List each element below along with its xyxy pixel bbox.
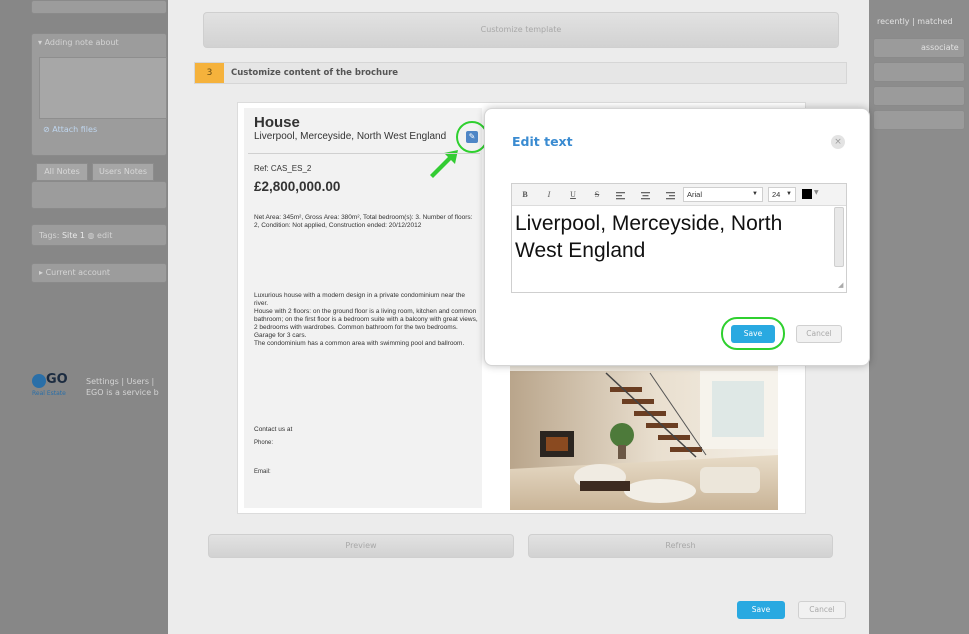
preview-button[interactable]: Preview (208, 534, 514, 558)
text-color-swatch[interactable] (802, 189, 812, 199)
close-icon[interactable]: × (831, 135, 845, 149)
adding-note-label: ▾ Adding note about (38, 38, 119, 47)
tab-users-notes[interactable]: Users Notes (92, 163, 154, 181)
strikethrough-button[interactable]: S (592, 188, 602, 202)
brochure-ref[interactable]: Ref: CAS_ES_2 (254, 164, 311, 173)
save-highlight-circle (721, 317, 785, 350)
dialog-title: Edit text (512, 134, 573, 149)
tags-text: Tags: Site 1 ◍ edit (39, 231, 113, 240)
bold-button[interactable]: B (520, 188, 530, 202)
brochure-price[interactable]: £2,800,000.00 (254, 179, 340, 194)
footer-links[interactable]: Settings | Users | (86, 377, 154, 386)
align-right-icon[interactable] (665, 191, 675, 205)
font-dropdown-icon: ▼ (752, 191, 758, 197)
globe-icon: ◍ (87, 231, 95, 240)
ego-logo: GO Real Estate (32, 372, 72, 402)
customize-template-button[interactable]: Customize template (203, 12, 839, 48)
editor-scrollbar[interactable] (834, 207, 844, 267)
font-family-select[interactable]: Arial ▼ (683, 187, 763, 202)
edit-text-dialog: Edit text × B I U S Arial ▼ 24 ▼ ▼ Liver… (484, 108, 870, 366)
size-dropdown-icon: ▼ (786, 191, 792, 197)
brochure-description[interactable]: Luxurious house with a modern design in … (254, 292, 478, 348)
brochure-divider (248, 153, 480, 154)
notes-list (31, 181, 167, 209)
recently-matched-tabs[interactable]: recently | matched (877, 17, 953, 26)
modal-save-button[interactable]: Save (737, 601, 785, 619)
editor-content[interactable]: Liverpool, Merceyside, North West Englan… (515, 210, 833, 264)
color-dropdown-icon[interactable]: ▼ (814, 189, 819, 196)
right-row-3 (873, 110, 965, 130)
dialog-cancel-button[interactable]: Cancel (796, 325, 842, 343)
tab-all-notes[interactable]: All Notes (36, 163, 88, 181)
left-top-buttons (31, 0, 167, 14)
current-account-label: ▸ Current account (39, 268, 111, 277)
ego-logo-text: GO (46, 372, 68, 387)
note-textarea[interactable] (39, 57, 167, 119)
left-side-panel: ▾ Adding note about ⊘ Attach files All N… (0, 0, 168, 634)
refresh-button[interactable]: Refresh (528, 534, 833, 558)
ego-logo-mark (32, 374, 46, 388)
right-row-2 (873, 86, 965, 106)
rich-text-editor: B I U S Arial ▼ 24 ▼ ▼ Liverpool, Mercey… (511, 183, 847, 293)
align-center-icon[interactable] (640, 191, 650, 205)
step-header: 3 Customize content of the brochure (194, 62, 847, 84)
italic-button[interactable]: I (544, 188, 554, 202)
right-side-panel: recently | matched associate (869, 0, 969, 634)
align-left-icon[interactable] (615, 191, 625, 205)
house-interior-photo (510, 359, 778, 510)
font-size-select[interactable]: 24 ▼ (768, 187, 796, 202)
brochure-phone-label[interactable]: Phone: (254, 440, 273, 446)
step-number: 3 (195, 63, 224, 83)
footer-service-text: EGO is a service b (86, 388, 159, 397)
brochure-email-label[interactable]: Email: (254, 469, 271, 475)
underline-button[interactable]: U (568, 188, 578, 202)
modal-cancel-button[interactable]: Cancel (798, 601, 846, 619)
brochure-details[interactable]: Net Area: 345m², Gross Area: 380m², Tota… (254, 214, 478, 230)
attach-files-link[interactable]: ⊘ Attach files (43, 125, 97, 134)
resize-handle-icon[interactable]: ◢ (838, 281, 843, 289)
green-arrow-icon (425, 142, 465, 182)
editor-toolbar: B I U S Arial ▼ 24 ▼ ▼ (512, 184, 846, 206)
brochure-location[interactable]: Liverpool, Merceyside, North West Englan… (254, 131, 458, 142)
right-row-1 (873, 62, 965, 82)
tags-edit-link[interactable]: edit (97, 231, 112, 240)
brochure-contact-label[interactable]: Contact us at (254, 426, 292, 433)
associate-label: associate (921, 43, 959, 52)
brochure-title[interactable]: House (254, 114, 300, 131)
step-title: Customize content of the brochure (231, 68, 399, 78)
ego-logo-subtext: Real Estate (32, 390, 66, 397)
